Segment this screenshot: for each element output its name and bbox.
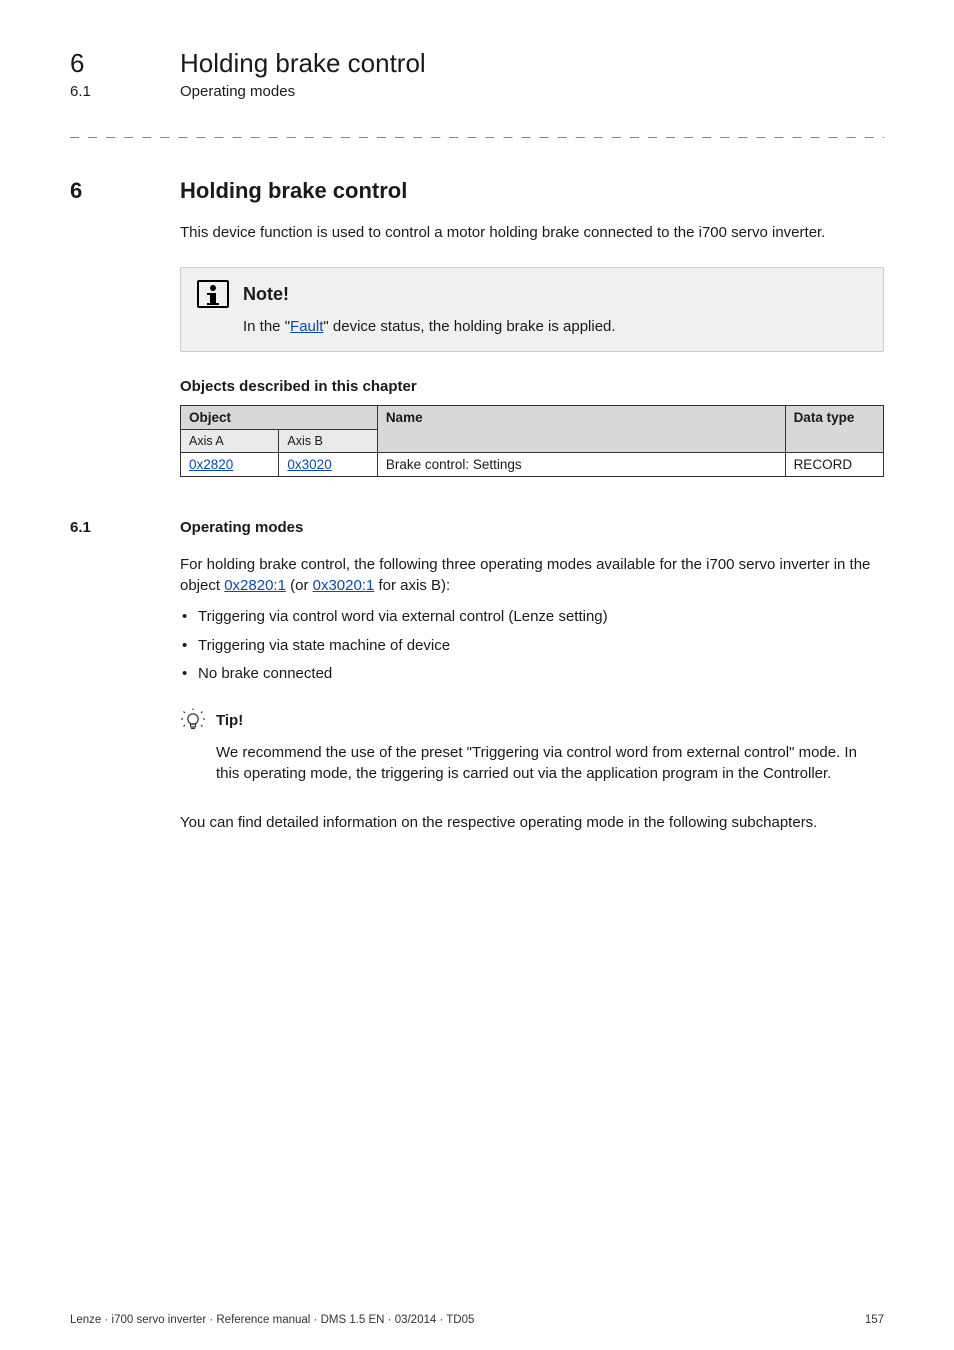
table-row: 0x2820 0x3020 Brake control: Settings RE… [181,453,884,477]
header-chapter-num: 6 [70,48,180,79]
info-icon [197,280,229,308]
list-item: No brake connected [180,663,884,686]
col-datatype: Data type [785,406,883,453]
col-axis-b: Axis B [279,430,377,453]
lightbulb-icon [180,708,206,734]
section-6-num: 6 [70,178,180,204]
list-item: Triggering via state machine of device [180,635,884,658]
objects-heading: Objects described in this chapter [180,378,884,395]
link-0x3020-1[interactable]: 0x3020:1 [313,577,375,594]
tip-body: We recommend the use of the preset "Trig… [216,742,884,784]
note-text-pre: In the " [243,318,290,335]
axis-a-link[interactable]: 0x2820 [189,457,233,472]
para-mid: (or [286,577,313,594]
note-box: Note! In the "Fault" device status, the … [180,267,884,352]
tip-label: Tip! [216,712,243,729]
link-0x2820-1[interactable]: 0x2820:1 [224,577,286,594]
section-6-title: Holding brake control [180,178,407,204]
row-datatype: RECORD [785,453,883,477]
header-section-num: 6.1 [70,83,180,100]
separator-dashes: _ _ _ _ _ _ _ _ _ _ _ _ _ _ _ _ _ _ _ _ … [70,120,884,138]
footer-left: Lenze · i700 servo inverter · Reference … [70,1314,474,1326]
col-object: Object [181,406,378,430]
note-title: Note! [243,284,289,305]
row-name: Brake control: Settings [377,453,785,477]
objects-table: Object Name Data type Axis A Axis B 0x28… [180,405,884,477]
note-body: In the "Fault" device status, the holdin… [243,318,867,335]
note-fault-link[interactable]: Fault [290,318,323,335]
note-text-post: " device status, the holding brake is ap… [323,318,615,335]
section-6-1-closing: You can find detailed information on the… [180,812,884,833]
list-item: Triggering via control word via external… [180,606,884,629]
header-section-title: Operating modes [180,83,295,100]
header-chapter-title: Holding brake control [180,48,426,79]
footer-page-number: 157 [865,1314,884,1326]
section-6-intro: This device function is used to control … [180,222,884,243]
section-6-1-num: 6.1 [70,519,180,536]
section-6-1-para: For holding brake control, the following… [180,554,884,596]
col-name: Name [377,406,785,453]
para-post: for axis B): [374,577,450,594]
col-axis-a: Axis A [181,430,279,453]
section-6-1-title: Operating modes [180,519,303,536]
axis-b-link[interactable]: 0x3020 [287,457,331,472]
operating-modes-list: Triggering via control word via external… [180,606,884,686]
